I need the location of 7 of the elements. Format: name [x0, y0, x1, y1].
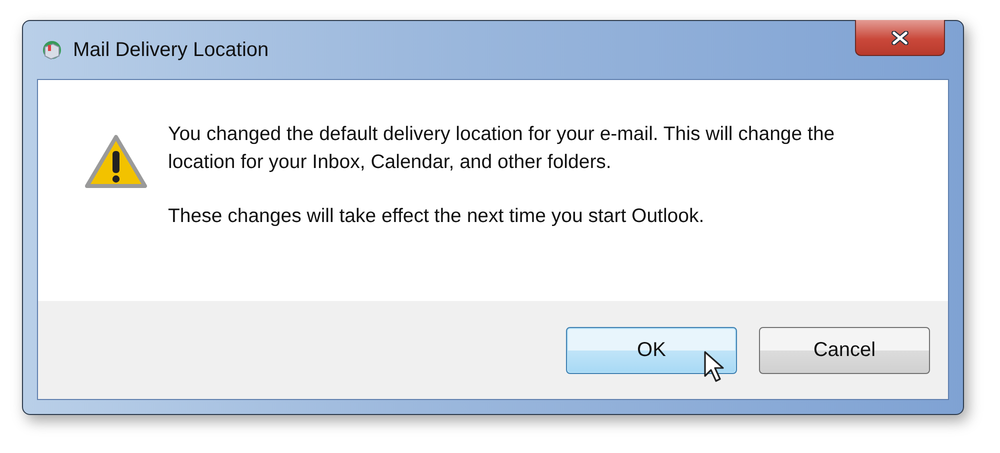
message-text: These changes will take effect the next time you start Outlook. [168, 204, 706, 229]
window-title: Mail Delivery Location [73, 38, 269, 62]
warning-icon [84, 134, 148, 190]
dialog-button[interactable]: Cancel [759, 326, 930, 374]
message-text: You changed the default delivery location for your e-mail. This will change the location for your Inbox, Calendar, and other folders. [168, 122, 836, 175]
close-icon [890, 30, 910, 44]
close-button[interactable] [855, 20, 945, 56]
